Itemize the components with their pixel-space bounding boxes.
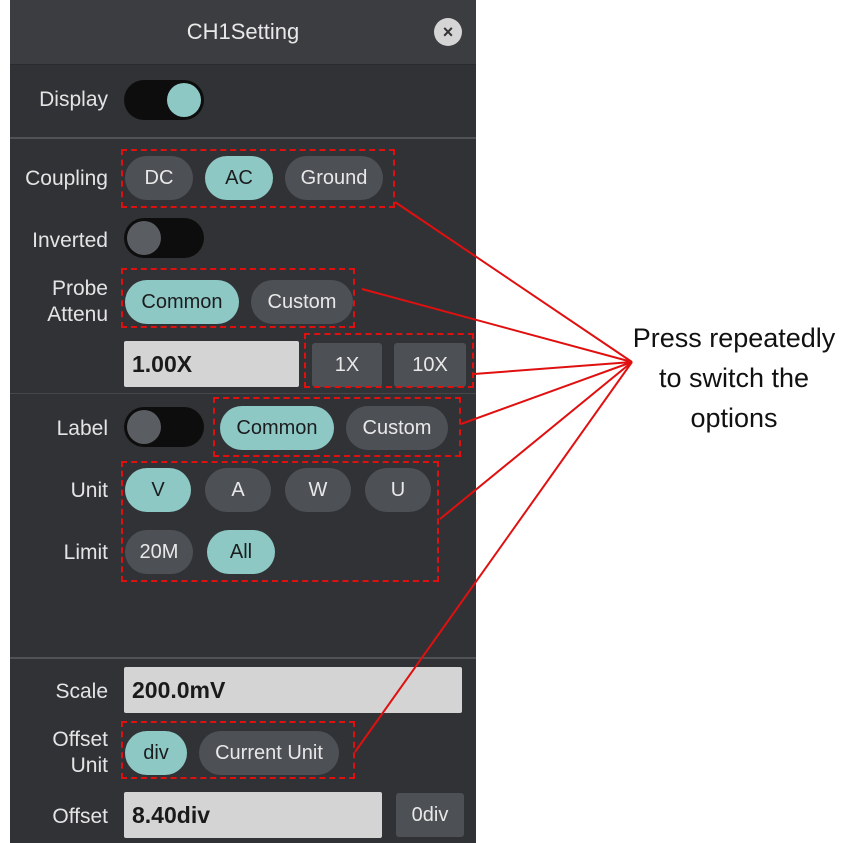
display-toggle[interactable] [124,80,204,120]
annotation-box-probe [121,268,355,328]
offset-unit-label-line1: Offset [52,728,108,751]
toggle-knob [127,221,161,255]
separator [10,393,476,394]
annotation-box-unit-limit [121,461,439,582]
annotation-line-1: Press repeatedly [632,323,836,353]
toggle-knob [167,83,201,117]
label-toggle[interactable] [124,407,204,447]
label-setting-label: Label [56,417,108,440]
probe-attenu-label: Probe Attenu [10,276,108,328]
limit-label: Limit [63,541,108,564]
annotation-note: Press repeatedly to switch the options [618,318,845,438]
offset-label: Offset [52,805,108,828]
separator [10,657,476,659]
dialog-titlebar: CH1Setting × [10,0,476,65]
callout-line [473,361,633,375]
annotation-line-2: to switch the [658,363,810,393]
offset-unit-label: Offset Unit [10,727,108,779]
display-label: Display [39,88,108,111]
callout-line [460,361,633,425]
coupling-label: Coupling [25,167,108,190]
inverted-toggle[interactable] [124,218,204,258]
annotation-line-3: options [690,403,778,433]
scale-label: Scale [55,680,108,703]
close-icon[interactable]: × [434,18,462,46]
probe-label-line1: Probe [51,277,108,300]
probe-value-field[interactable]: 1.00X [124,341,299,387]
offset-zero-button[interactable]: 0div [396,793,464,837]
unit-label: Unit [70,479,108,502]
separator [10,137,476,139]
annotation-box-label [213,397,461,457]
annotation-box-offset-unit [121,721,355,779]
offset-value-field[interactable]: 8.40div [124,792,382,838]
annotation-box-coupling [121,149,395,208]
probe-label-line2: Attenu [47,303,108,326]
dialog-title: CH1Setting [186,19,300,44]
toggle-knob [127,410,161,444]
scale-value-field[interactable]: 200.0mV [124,667,462,713]
offset-unit-label-line2: Unit [70,754,108,777]
annotation-box-presets [304,333,474,388]
inverted-label: Inverted [32,229,108,252]
